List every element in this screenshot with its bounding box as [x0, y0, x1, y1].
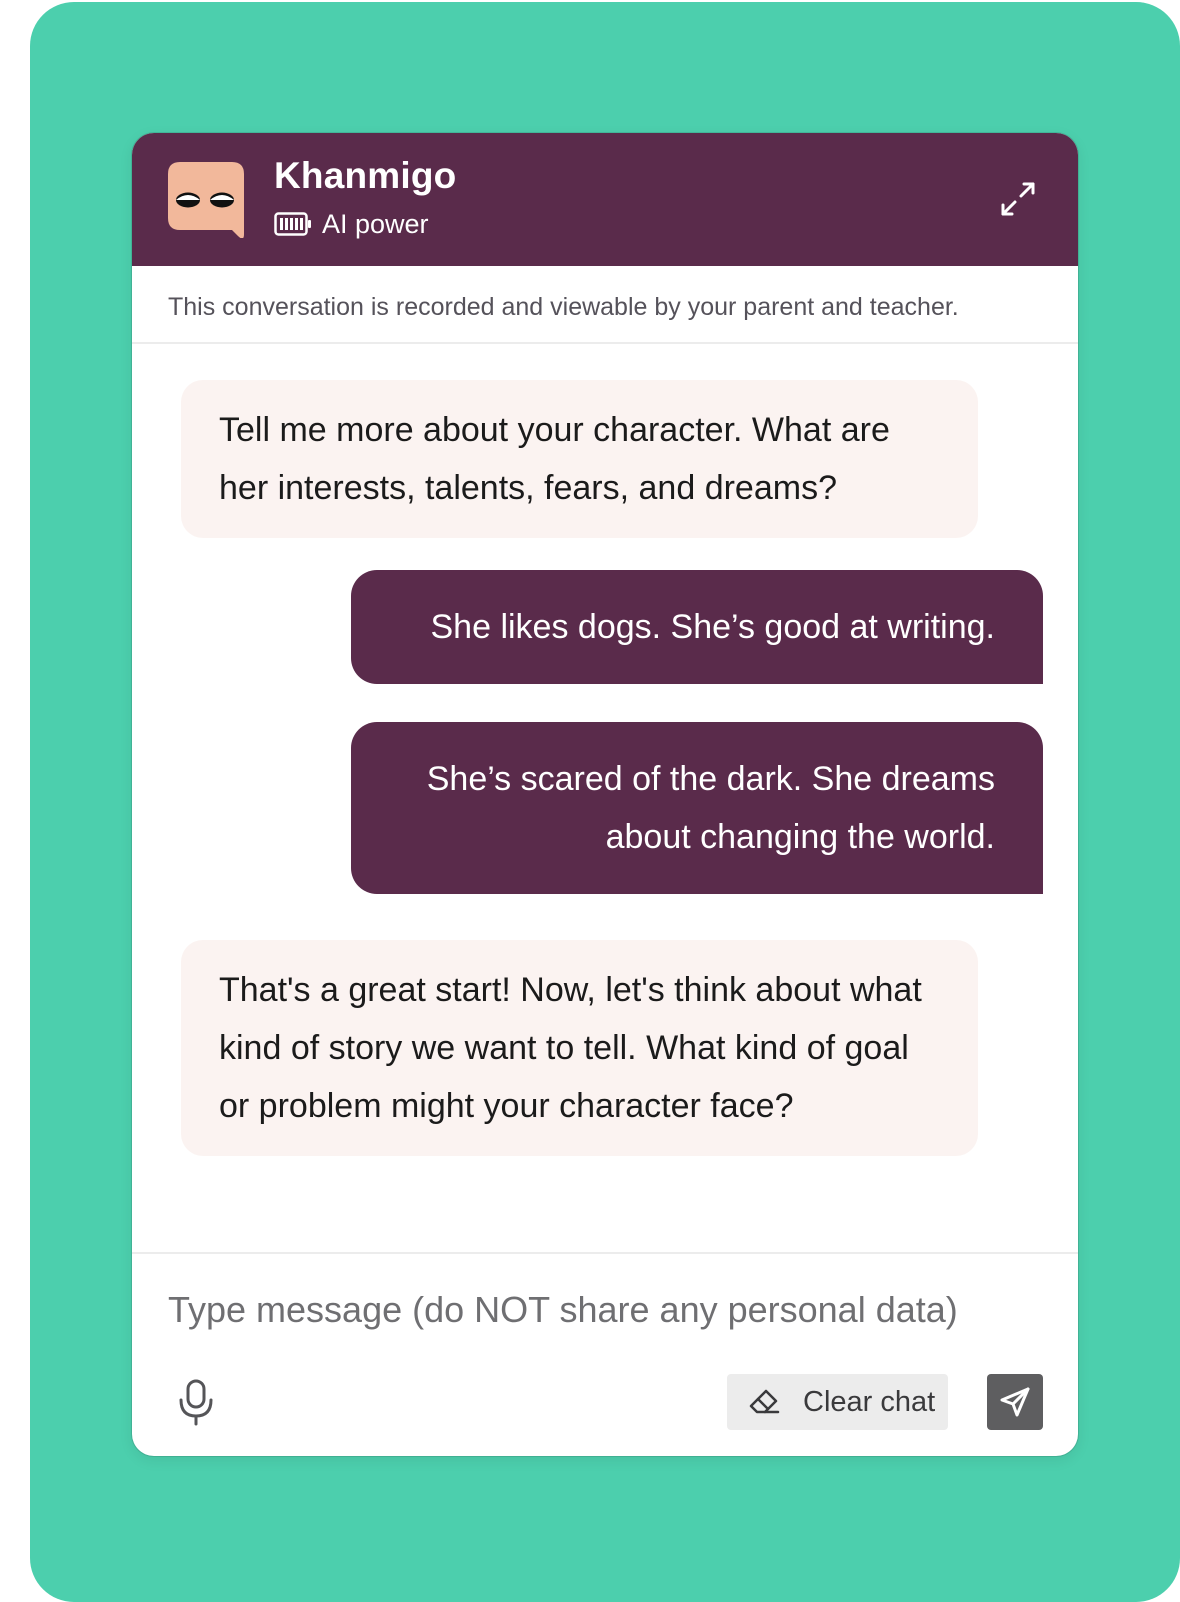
eraser-icon — [749, 1389, 780, 1414]
send-icon — [1000, 1387, 1030, 1417]
ai-power-indicator: AI power — [274, 207, 429, 241]
message-list: Tell me more about your character. What … — [132, 344, 1078, 1252]
expand-arrows-icon[interactable] — [998, 179, 1038, 219]
message-input[interactable] — [168, 1278, 1038, 1342]
chat-header: Khanmigo AI power — [132, 133, 1078, 266]
message-composer: Clear chat — [132, 1252, 1078, 1456]
ai-power-label: AI power — [322, 208, 429, 239]
clear-chat-label: Clear chat — [803, 1385, 936, 1418]
user-message: She’s scared of the dark. She dreams abo… — [351, 722, 1043, 894]
send-button[interactable] — [987, 1374, 1043, 1430]
khanmigo-face-icon — [168, 162, 244, 238]
clear-chat-button[interactable]: Clear chat — [727, 1374, 948, 1430]
chat-window: Khanmigo AI power This conversation is r… — [132, 133, 1078, 1456]
recording-notice: This conversation is recorded and viewab… — [132, 266, 1078, 344]
microphone-icon[interactable] — [176, 1378, 216, 1426]
battery-full-icon — [274, 212, 311, 236]
app-title: Khanmigo — [274, 155, 457, 196]
assistant-message: That's a great start! Now, let's think a… — [181, 940, 978, 1156]
user-message: She likes dogs. She’s good at writing. — [351, 570, 1043, 684]
assistant-message: Tell me more about your character. What … — [181, 380, 978, 538]
